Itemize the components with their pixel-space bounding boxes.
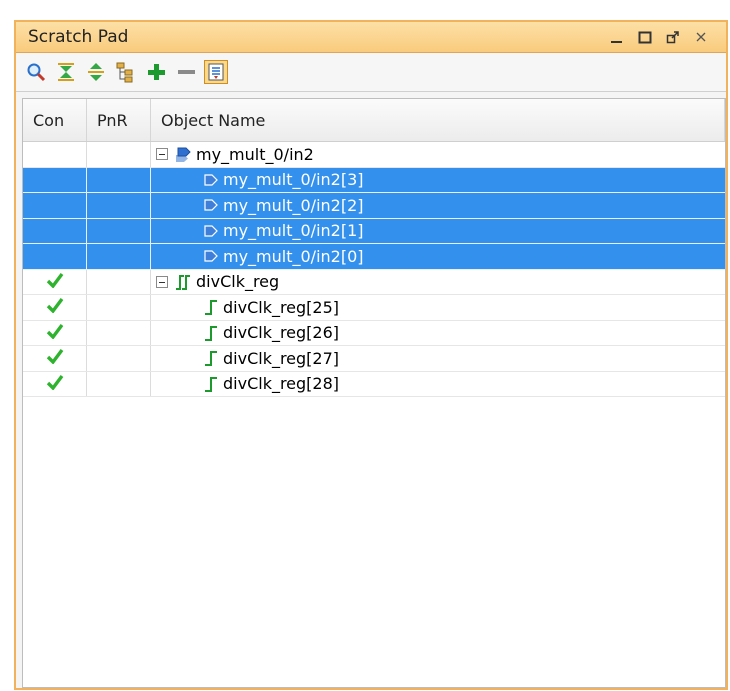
- pin-icon: [203, 173, 219, 187]
- object-name-cell: divClk_reg[25]: [151, 295, 725, 320]
- expand-all-icon[interactable]: [84, 60, 108, 84]
- objects-table: Con PnR Object Name my_mult_0/in2 my_mult…: [22, 98, 726, 688]
- check-icon: [46, 323, 64, 343]
- object-name-cell: my_mult_0/in2: [151, 142, 725, 167]
- tree-node[interactable]: my_mult_0/in2[0]: [203, 247, 364, 266]
- collapse-toggle-icon[interactable]: [156, 275, 168, 288]
- tree-node[interactable]: my_mult_0/in2: [156, 145, 314, 164]
- object-name: divClk_reg: [196, 272, 280, 292]
- collapse-toggle-icon[interactable]: [156, 148, 168, 161]
- con-cell: [23, 346, 87, 371]
- maximize-icon[interactable]: [638, 30, 652, 44]
- tree-node[interactable]: divClk_reg[28]: [203, 374, 339, 393]
- check-icon: [46, 348, 64, 368]
- table-row[interactable]: my_mult_0/in2[0]: [23, 244, 725, 270]
- object-name-cell: my_mult_0/in2[2]: [151, 193, 725, 218]
- tree-node[interactable]: my_mult_0/in2[2]: [203, 196, 364, 215]
- hierarchy-icon[interactable]: [114, 60, 138, 84]
- pin-icon: [203, 198, 219, 212]
- object-name: divClk_reg[26]: [223, 323, 340, 343]
- pnr-cell: [87, 320, 151, 345]
- object-name-cell: divClk_reg[26]: [151, 321, 725, 346]
- con-cell: [23, 269, 87, 294]
- con-cell: [23, 218, 87, 243]
- check-icon: [46, 272, 64, 292]
- object-name-cell: divClk_reg: [151, 270, 725, 295]
- object-name-cell: divClk_reg[28]: [151, 372, 725, 397]
- tree-node[interactable]: divClk_reg[26]: [203, 323, 339, 342]
- table-row[interactable]: divClk_reg: [23, 269, 725, 295]
- object-name: my_mult_0/in2[2]: [223, 195, 364, 215]
- add-icon[interactable]: [144, 60, 168, 84]
- float-icon[interactable]: [666, 30, 680, 44]
- tree-node[interactable]: divClk_reg: [156, 272, 279, 291]
- object-name: divClk_reg[28]: [223, 374, 340, 394]
- check-icon: [46, 297, 64, 317]
- con-cell: [23, 371, 87, 396]
- pin-icon: [203, 249, 219, 263]
- table-row[interactable]: divClk_reg[27]: [23, 346, 725, 372]
- column-header-con[interactable]: Con: [23, 99, 87, 141]
- check-icon: [46, 374, 64, 394]
- table-row[interactable]: divClk_reg[25]: [23, 295, 725, 321]
- table-row[interactable]: divClk_reg[28]: [23, 371, 725, 397]
- con-cell: [23, 193, 87, 218]
- register-icon: [203, 324, 219, 342]
- object-name: my_mult_0/in2: [196, 144, 314, 164]
- pnr-cell: [87, 346, 151, 371]
- pnr-cell: [87, 269, 151, 294]
- register-icon: [203, 298, 219, 316]
- con-cell: [23, 295, 87, 320]
- tree-node[interactable]: divClk_reg[25]: [203, 298, 339, 317]
- table-row[interactable]: my_mult_0/in2: [23, 142, 725, 168]
- table-header: Con PnR Object Name: [23, 99, 725, 142]
- object-name: my_mult_0/in2[0]: [223, 246, 364, 266]
- object-name-cell: my_mult_0/in2[1]: [151, 219, 725, 244]
- object-name: divClk_reg[27]: [223, 348, 340, 368]
- search-icon[interactable]: [24, 60, 48, 84]
- bus-pin-icon: [174, 146, 192, 163]
- tree-node[interactable]: my_mult_0/in2[3]: [203, 170, 364, 189]
- close-icon[interactable]: [694, 30, 708, 44]
- object-name: my_mult_0/in2[1]: [223, 221, 364, 241]
- table-body: my_mult_0/in2 my_mult_0/in2[3] my_mult_0/i…: [23, 142, 725, 397]
- column-header-pnr[interactable]: PnR: [87, 99, 151, 141]
- con-cell: [23, 142, 87, 167]
- con-cell: [23, 244, 87, 269]
- pnr-cell: [87, 193, 151, 218]
- scratch-pad-panel: Scratch Pad Con PnR Object Name my_mult_…: [14, 20, 728, 690]
- table-row[interactable]: my_mult_0/in2[1]: [23, 218, 725, 244]
- pnr-cell: [87, 244, 151, 269]
- con-cell: [23, 320, 87, 345]
- object-name-cell: my_mult_0/in2[3]: [151, 168, 725, 193]
- register-bus-icon: [174, 273, 192, 291]
- minimize-icon[interactable]: [610, 30, 624, 44]
- panel-title: Scratch Pad: [28, 27, 129, 47]
- remove-icon[interactable]: [174, 60, 198, 84]
- pnr-cell: [87, 371, 151, 396]
- object-name-cell: divClk_reg[27]: [151, 346, 725, 371]
- pnr-cell: [87, 295, 151, 320]
- pnr-cell: [87, 142, 151, 167]
- tree-node[interactable]: my_mult_0/in2[1]: [203, 221, 364, 240]
- window-controls: [610, 30, 726, 44]
- table-row[interactable]: my_mult_0/in2[2]: [23, 193, 725, 219]
- title-bar[interactable]: Scratch Pad: [16, 22, 726, 53]
- object-name: divClk_reg[25]: [223, 297, 340, 317]
- tree-node[interactable]: divClk_reg[27]: [203, 349, 339, 368]
- table-row[interactable]: divClk_reg[26]: [23, 320, 725, 346]
- column-header-object-name[interactable]: Object Name: [151, 99, 725, 141]
- object-name: my_mult_0/in2[3]: [223, 170, 364, 190]
- toggle-icon[interactable]: [204, 60, 228, 84]
- object-name-cell: my_mult_0/in2[0]: [151, 244, 725, 269]
- pnr-cell: [87, 218, 151, 243]
- table-row[interactable]: my_mult_0/in2[3]: [23, 167, 725, 193]
- pin-icon: [203, 224, 219, 238]
- register-icon: [203, 349, 219, 367]
- con-cell: [23, 167, 87, 192]
- collapse-all-icon[interactable]: [54, 60, 78, 84]
- register-icon: [203, 375, 219, 393]
- toolbar: [16, 53, 726, 92]
- pnr-cell: [87, 167, 151, 192]
